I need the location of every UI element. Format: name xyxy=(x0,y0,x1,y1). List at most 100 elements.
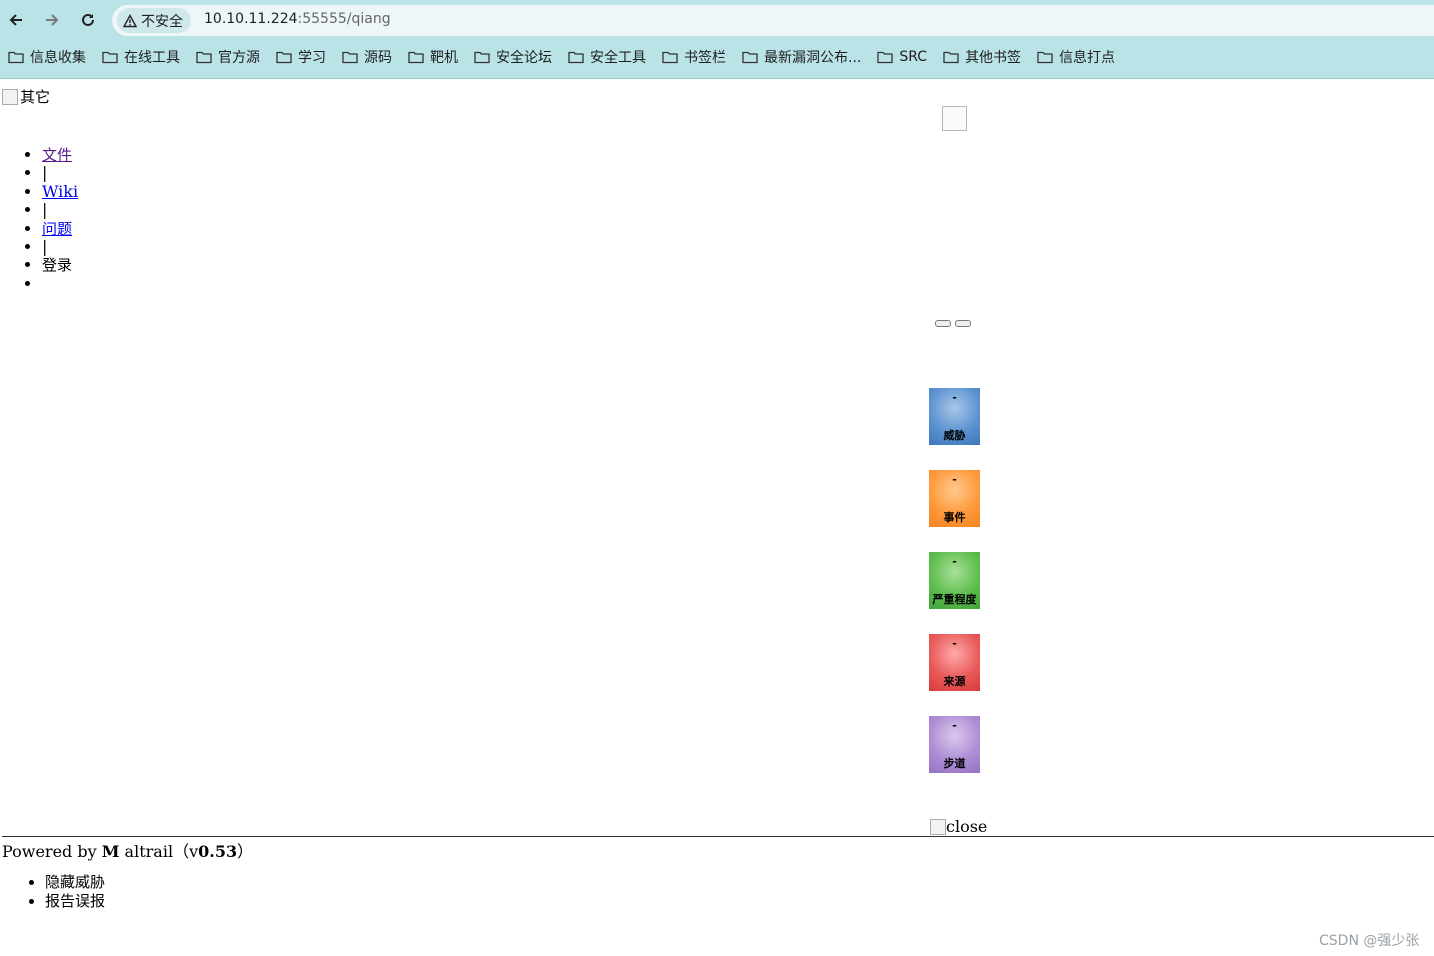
forward-button[interactable] xyxy=(40,8,64,32)
folder-icon xyxy=(877,51,894,64)
close-alt-text: close xyxy=(946,817,988,836)
trails-counter[interactable]: - 步道 xyxy=(929,716,980,773)
bookmarks-bar: 信息收集 在线工具 官方源 学习 源码 靶机 安全论坛 安全工具 书签栏 最新漏洞公布... SRC… xyxy=(0,42,1434,72)
security-indicator[interactable]: 不安全 xyxy=(117,8,191,33)
footer: Powered by M altrail（v0.53） xyxy=(2,838,253,862)
separator: | xyxy=(42,200,48,220)
nav-separator: | xyxy=(42,164,78,182)
wiki-link[interactable]: Wiki xyxy=(42,182,78,201)
severity-counter[interactable]: - 严重程度 xyxy=(929,552,980,609)
url-text[interactable]: 10.10.11.224:55555/qiang xyxy=(204,11,391,27)
login-link[interactable]: 登录 xyxy=(42,256,72,274)
nav-item-login: 登录 xyxy=(42,256,78,274)
trails-label: 步道 xyxy=(943,757,966,770)
url-path: :55555/qiang xyxy=(297,11,391,27)
threats-value: - xyxy=(952,391,957,404)
issues-link[interactable]: 问题 xyxy=(42,220,72,238)
sources-value: - xyxy=(952,637,957,650)
watermark: CSDN @强少张 xyxy=(1319,933,1420,949)
forward-arrow-icon xyxy=(46,14,59,26)
bookmark-label: 学习 xyxy=(298,50,326,66)
folder-icon xyxy=(474,51,490,64)
threats-counter[interactable]: - 威胁 xyxy=(929,388,980,445)
folder-icon xyxy=(408,51,424,64)
footer-paren-open: （ xyxy=(173,842,190,861)
footer-version-prefix: v xyxy=(189,842,199,861)
address-bar[interactable]: 不安全 10.10.11.224:55555/qiang xyxy=(112,5,1434,36)
bookmark-label: 信息打点 xyxy=(1059,50,1116,66)
back-arrow-icon xyxy=(9,14,22,26)
bookmark-item[interactable]: 在线工具 xyxy=(94,43,188,71)
broken-image-icon xyxy=(942,106,967,131)
folder-icon xyxy=(943,51,959,64)
folder-icon xyxy=(662,51,678,64)
bookmark-label: 在线工具 xyxy=(124,50,180,66)
browser-toolbar: 不安全 10.10.11.224:55555/qiang 信息收集 在线工具 官方源… xyxy=(0,0,1434,79)
bookmark-item[interactable]: 安全论坛 xyxy=(466,43,560,71)
bookmark-item[interactable]: 信息收集 xyxy=(0,43,94,71)
logo: 其它 xyxy=(2,86,50,107)
events-label: 事件 xyxy=(943,511,966,524)
nav-item-wiki: Wiki xyxy=(42,182,78,201)
events-counter[interactable]: - 事件 xyxy=(929,470,980,527)
bookmark-item[interactable]: 其他书签 xyxy=(935,43,1029,71)
context-menu: 隐藏威胁 报告误报 xyxy=(0,873,105,911)
reload-button[interactable] xyxy=(76,8,100,32)
bookmark-item[interactable]: 学习 xyxy=(268,43,334,71)
severity-value: - xyxy=(952,555,957,568)
close-button[interactable]: close xyxy=(930,817,987,836)
broken-image-icon xyxy=(930,818,946,835)
bookmark-label: 其他书签 xyxy=(965,50,1022,66)
trails-value: - xyxy=(952,719,957,732)
files-link[interactable]: 文件 xyxy=(42,146,72,164)
reload-icon xyxy=(82,13,94,26)
bookmark-label: 靶机 xyxy=(430,50,458,66)
prev-period-button[interactable] xyxy=(935,320,951,327)
bookmark-label: 信息收集 xyxy=(30,50,86,66)
severity-label: 严重程度 xyxy=(932,593,977,606)
nav-item-files: 文件 xyxy=(42,146,78,164)
threats-label: 威胁 xyxy=(943,429,966,442)
footer-prefix: Powered by xyxy=(2,842,102,861)
bookmark-label: 书签栏 xyxy=(684,50,726,66)
folder-icon xyxy=(102,51,118,64)
separator: | xyxy=(42,163,48,183)
divider xyxy=(2,836,1434,837)
back-button[interactable] xyxy=(4,8,28,32)
bookmark-item[interactable]: 书签栏 xyxy=(654,43,734,71)
next-period-button[interactable] xyxy=(955,320,971,327)
main-nav: 文件 | Wiki | 问题 | 登录 xyxy=(0,146,78,293)
footer-brand-initial: M xyxy=(101,842,120,861)
folder-icon xyxy=(342,51,358,64)
bookmark-item[interactable]: 安全工具 xyxy=(560,43,654,71)
sources-counter[interactable]: - 来源 xyxy=(929,634,980,691)
footer-brand-rest: altrail xyxy=(124,842,174,861)
broken-image-icon xyxy=(2,88,18,105)
report-false-positive-item[interactable]: 报告误报 xyxy=(45,892,105,911)
folder-icon xyxy=(1037,51,1053,64)
bookmark-item[interactable]: SRC xyxy=(869,43,935,71)
bookmark-label: SRC xyxy=(899,49,928,65)
bookmark-item[interactable]: 信息打点 xyxy=(1029,43,1123,71)
bookmark-label: 安全论坛 xyxy=(496,50,552,66)
footer-paren-close: ） xyxy=(237,842,254,861)
bookmark-label: 源码 xyxy=(364,50,392,66)
sources-label: 来源 xyxy=(943,675,966,688)
bookmark-label: 最新漏洞公布... xyxy=(764,50,862,66)
nav-item-issues: 问题 xyxy=(42,220,78,238)
bookmark-item[interactable]: 靶机 xyxy=(400,43,466,71)
period-buttons xyxy=(935,320,971,327)
nav-separator: | xyxy=(42,200,78,220)
events-value: - xyxy=(952,473,957,486)
bookmark-item[interactable]: 源码 xyxy=(334,43,400,71)
bookmark-label: 官方源 xyxy=(218,50,260,66)
nav-item-empty xyxy=(42,275,78,293)
folder-icon xyxy=(568,51,584,64)
hide-threat-item[interactable]: 隐藏威胁 xyxy=(45,873,105,892)
bookmark-item[interactable]: 最新漏洞公布... xyxy=(734,43,869,71)
folder-icon xyxy=(276,51,292,64)
url-host: 10.10.11.224 xyxy=(204,11,298,27)
bookmark-item[interactable]: 官方源 xyxy=(188,43,268,71)
folder-icon xyxy=(8,51,24,64)
folder-icon xyxy=(742,51,758,64)
